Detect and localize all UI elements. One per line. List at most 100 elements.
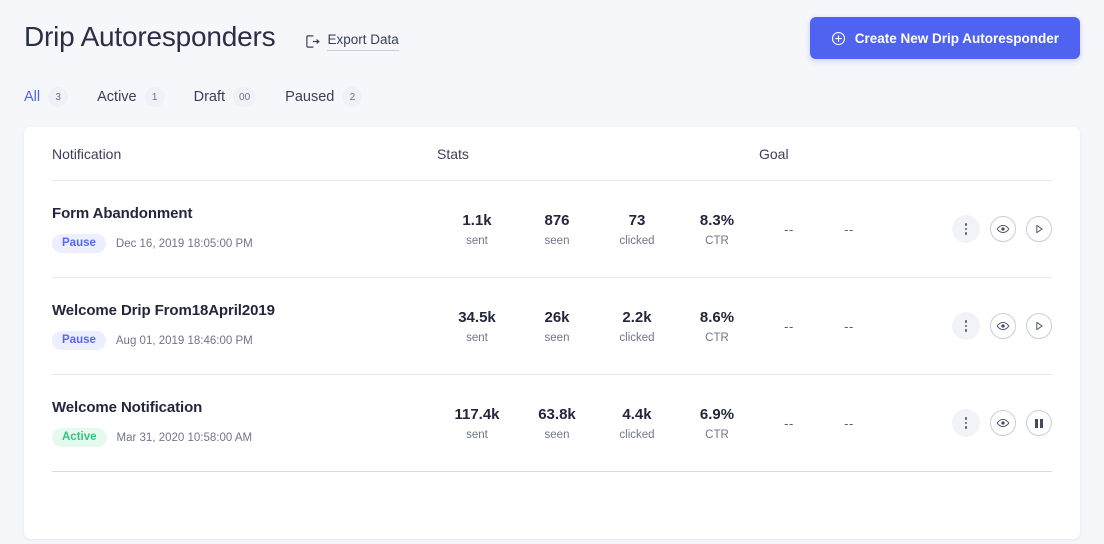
status-badge: Pause xyxy=(52,234,106,253)
stat-sent-value: 117.4k xyxy=(454,405,500,423)
column-header-stats: Stats xyxy=(437,145,469,162)
stats-cell: 1.1k sent 876 seen 73 clicked 8.3% CTR xyxy=(437,212,759,247)
stat-sent-label: sent xyxy=(466,331,488,344)
notification-name: Welcome Notification xyxy=(52,399,203,416)
preview-button[interactable] xyxy=(990,410,1016,436)
row-actions xyxy=(949,409,1052,437)
eye-icon xyxy=(996,319,1010,333)
stat-clicked: 4.4k clicked xyxy=(597,406,677,441)
row-actions xyxy=(949,312,1052,340)
notification-meta: Pause Aug 01, 2019 18:46:00 PM xyxy=(52,331,437,350)
filter-tab-all[interactable]: All 3 xyxy=(24,87,69,107)
stat-seen-value: 876 xyxy=(544,211,570,229)
stat-sent-label: sent xyxy=(466,428,488,441)
stat-ctr: 8.6% CTR xyxy=(677,309,757,344)
export-data-label: Export Data xyxy=(327,32,399,51)
plus-circle-icon xyxy=(831,31,846,46)
create-new-drip-autoresponder-button[interactable]: Create New Drip Autoresponder xyxy=(809,17,1080,59)
notification-cell: Welcome Notification Active Mar 31, 2020… xyxy=(52,399,437,447)
goal-value-2: -- xyxy=(844,221,854,237)
stat-sent: 1.1k sent xyxy=(437,212,517,247)
goal-cell: -- -- xyxy=(759,319,949,334)
notification-meta: Active Mar 31, 2020 10:58:00 AM xyxy=(52,428,437,447)
column-header-goal: Goal xyxy=(759,145,789,162)
preview-button[interactable] xyxy=(990,313,1016,339)
column-header-notification: Notification xyxy=(52,145,122,162)
export-document-arrow-icon xyxy=(305,34,321,49)
goal-value-1: -- xyxy=(784,221,794,237)
resume-button[interactable] xyxy=(1026,216,1052,242)
status-badge: Active xyxy=(52,428,107,447)
pause-button[interactable] xyxy=(1026,410,1052,436)
page-title: Drip Autoresponders xyxy=(24,21,276,52)
stat-clicked-label: clicked xyxy=(619,331,655,344)
pause-icon xyxy=(1034,418,1044,428)
stat-ctr-label: CTR xyxy=(705,331,729,344)
stats-cell: 117.4k sent 63.8k seen 4.4k clicked 6.9%… xyxy=(437,406,759,441)
stat-seen-value: 26k xyxy=(544,308,570,326)
table-row[interactable]: Welcome Notification Active Mar 31, 2020… xyxy=(52,375,1052,472)
stat-seen: 26k seen xyxy=(517,309,597,344)
stat-clicked-value: 73 xyxy=(628,211,646,229)
stat-seen-label: seen xyxy=(544,331,570,344)
goal-cell: -- -- xyxy=(759,416,949,431)
create-button-label: Create New Drip Autoresponder xyxy=(854,30,1059,46)
stat-ctr: 8.3% CTR xyxy=(677,212,757,247)
stat-seen: 876 seen xyxy=(517,212,597,247)
goal-value-1: -- xyxy=(784,318,794,334)
play-icon xyxy=(1032,222,1046,236)
filter-tab-all-label: All xyxy=(24,89,41,105)
stat-ctr-value: 8.3% xyxy=(699,211,735,229)
page-header: Drip Autoresponders Export Data Create N… xyxy=(0,0,1104,62)
stat-ctr: 6.9% CTR xyxy=(677,406,757,441)
export-data-link[interactable]: Export Data xyxy=(305,32,399,51)
resume-button[interactable] xyxy=(1026,313,1052,339)
more-options-button[interactable] xyxy=(952,312,980,340)
notification-cell: Form Abandonment Pause Dec 16, 2019 18:0… xyxy=(52,205,437,253)
stat-ctr-label: CTR xyxy=(705,428,729,441)
stat-sent-value: 34.5k xyxy=(458,308,496,326)
filter-tab-draft[interactable]: Draft 00 xyxy=(194,87,257,107)
filter-tab-active-count: 1 xyxy=(144,87,165,107)
filter-tab-draft-label: Draft xyxy=(193,89,226,105)
row-actions xyxy=(949,215,1052,243)
goal-value-2: -- xyxy=(844,415,854,431)
table-header-row: Notification Stats Goal xyxy=(52,127,1052,181)
more-options-button[interactable] xyxy=(952,215,980,243)
stat-clicked-value: 4.4k xyxy=(622,405,652,423)
play-icon xyxy=(1032,319,1046,333)
notification-meta: Pause Dec 16, 2019 18:05:00 PM xyxy=(52,234,437,253)
more-options-button[interactable] xyxy=(952,409,980,437)
stat-sent-value: 1.1k xyxy=(462,211,492,229)
stat-ctr-label: CTR xyxy=(705,234,729,247)
filter-tab-draft-count: 00 xyxy=(233,87,257,107)
filter-tab-paused[interactable]: Paused 2 xyxy=(285,87,363,107)
preview-button[interactable] xyxy=(990,216,1016,242)
vertical-dots-icon xyxy=(964,223,968,235)
filter-tab-paused-count: 2 xyxy=(342,87,363,107)
stat-seen-value: 63.8k xyxy=(538,405,576,423)
notification-date: Mar 31, 2020 10:58:00 AM xyxy=(116,431,253,444)
stat-clicked: 73 clicked xyxy=(597,212,677,247)
stat-clicked: 2.2k clicked xyxy=(597,309,677,344)
stat-ctr-value: 8.6% xyxy=(699,308,735,326)
goal-value-1: -- xyxy=(784,415,794,431)
stat-seen: 63.8k seen xyxy=(517,406,597,441)
filter-tab-active[interactable]: Active 1 xyxy=(97,87,165,107)
stat-ctr-value: 6.9% xyxy=(699,405,735,423)
stat-sent: 117.4k sent xyxy=(437,406,517,441)
stat-clicked-label: clicked xyxy=(619,428,655,441)
stat-clicked-value: 2.2k xyxy=(622,308,652,326)
filter-tab-paused-label: Paused xyxy=(285,89,335,105)
table-row[interactable]: Welcome Drip From18April2019 Pause Aug 0… xyxy=(52,278,1052,375)
stat-seen-label: seen xyxy=(544,234,570,247)
vertical-dots-icon xyxy=(964,417,968,429)
stat-sent-label: sent xyxy=(466,234,488,247)
autoresponders-table-card: Notification Stats Goal Form Abandonment… xyxy=(24,127,1080,539)
vertical-dots-icon xyxy=(964,320,968,332)
eye-icon xyxy=(996,416,1010,430)
goal-cell: -- -- xyxy=(759,222,949,237)
goal-value-2: -- xyxy=(844,318,854,334)
table-row[interactable]: Form Abandonment Pause Dec 16, 2019 18:0… xyxy=(52,181,1052,278)
filter-tab-all-count: 3 xyxy=(48,87,69,107)
